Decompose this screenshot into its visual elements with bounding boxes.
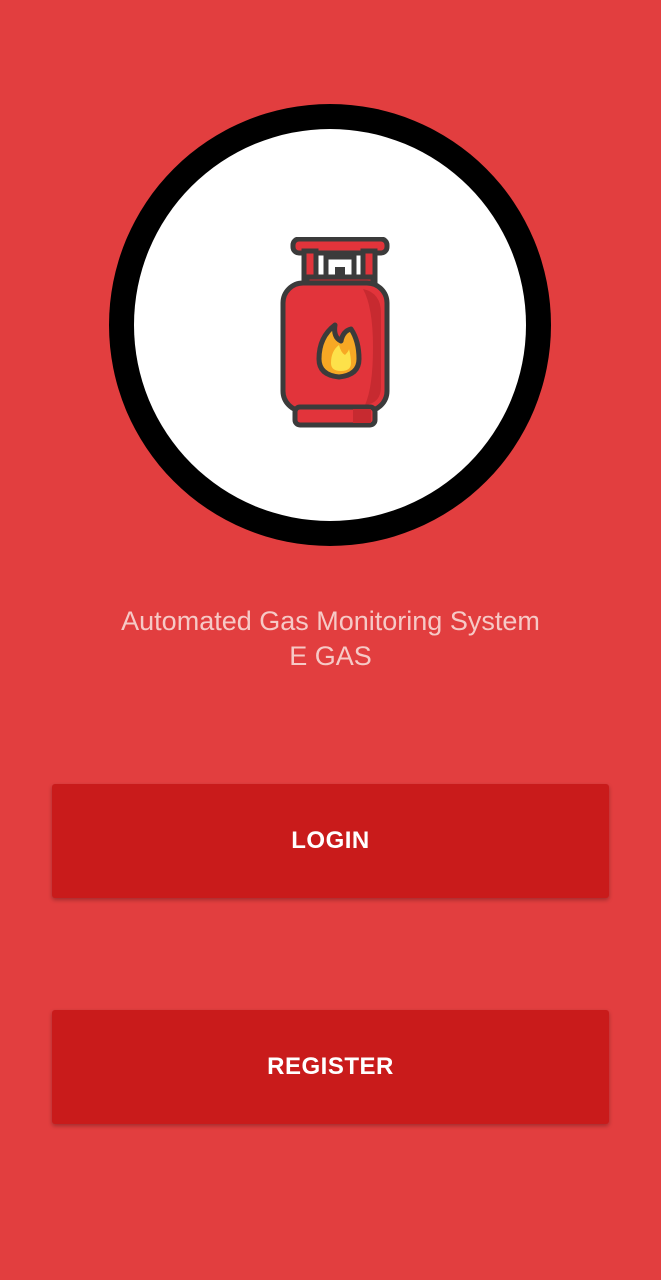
tagline-title: Automated Gas Monitoring System	[121, 606, 540, 636]
welcome-screen: Automated Gas Monitoring System E GAS LO…	[0, 0, 661, 1280]
logo-background	[134, 129, 526, 521]
gas-cylinder-icon	[280, 237, 390, 428]
app-tagline: Automated Gas Monitoring System E GAS	[0, 604, 661, 674]
app-logo	[109, 104, 551, 546]
register-button[interactable]: REGISTER	[52, 1010, 609, 1124]
app-name: E GAS	[289, 641, 372, 671]
login-button[interactable]: LOGIN	[52, 784, 609, 898]
